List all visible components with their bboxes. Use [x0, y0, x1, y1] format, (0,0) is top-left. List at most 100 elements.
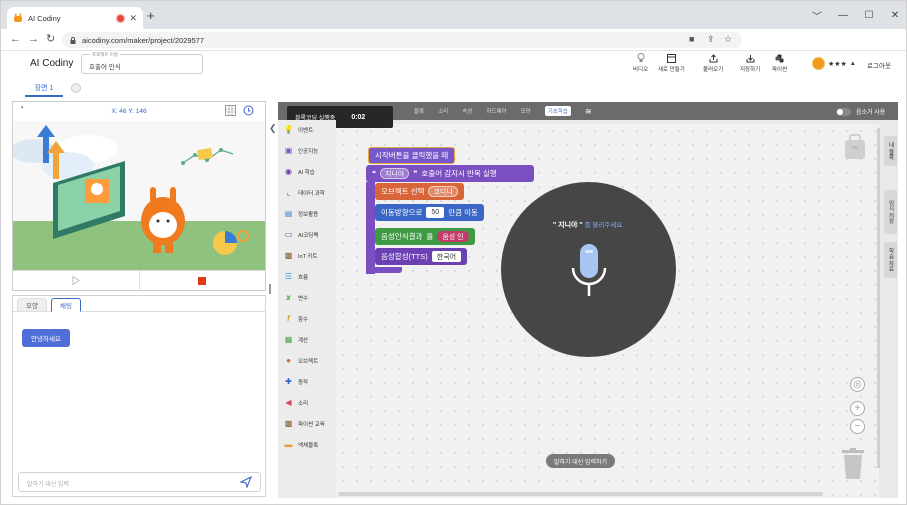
send-icon[interactable] [239, 475, 253, 490]
minimize-button[interactable]: — [830, 1, 856, 29]
forward-arrow-icon[interactable]: → [28, 33, 39, 45]
project-name-field[interactable]: 프로젝트 이름 호출어 인식 [81, 52, 203, 74]
url-field[interactable]: aicodiny.com/maker/project/2029577 [62, 32, 742, 48]
category-label: 소리 [298, 400, 309, 407]
close-tab-icon[interactable]: ✕ [129, 13, 137, 24]
browser-window: AI Codiny ✕ + ﹀ — ☐ ✕ ← → ↻ aicodiny.com… [0, 0, 907, 505]
tab-learning-materials[interactable]: 학습 자료 [884, 242, 897, 278]
play-button[interactable] [13, 271, 139, 290]
category-label: IoT 키트 [298, 253, 318, 260]
load-button[interactable]: 불러오기 [703, 53, 723, 73]
browser-tab[interactable]: AI Codiny ✕ [7, 7, 143, 29]
event-icon: 💡 [283, 125, 294, 134]
event-start-block[interactable]: 시작버튼을 클릭했을 때 [368, 147, 456, 164]
category-info[interactable]: ▤ 정보활용 [284, 209, 319, 218]
category-ai[interactable]: ▣ 인공지능 [284, 146, 319, 155]
tts-label: 음성합성(TTS) [381, 252, 428, 261]
tab-blocks[interactable]: 블록 [414, 107, 424, 115]
trash-icon[interactable] [842, 448, 864, 482]
category-iot[interactable]: ▩ IoT 키트 [284, 251, 318, 260]
video-button[interactable]: 비디오 [633, 53, 648, 73]
zoom-in-icon[interactable]: + [850, 401, 865, 416]
chart-icon: ⌞ [286, 188, 291, 197]
category-event[interactable]: 💡 이벤트 [283, 125, 314, 134]
collapse-panel-icon[interactable]: ❮ [269, 123, 277, 134]
mute-label: 음소거 사용 [856, 110, 886, 116]
new-tab-button[interactable]: + [147, 9, 155, 22]
start-block-label: 시작버튼을 클릭했을 때 [375, 151, 449, 160]
rotate-icon[interactable] [243, 105, 254, 118]
category-label: 액체블록 [298, 442, 319, 449]
bookmark-star-icon[interactable]: ☆ [724, 34, 732, 45]
category-flow[interactable]: ☰ 흐름 [284, 272, 308, 281]
horizontal-scrollbar[interactable] [338, 492, 823, 496]
wake-word-loop-block[interactable]: ❝ 지니야 ❞ 호출어 감지시 반복 실행 [366, 165, 534, 182]
backpack-icon[interactable] [844, 134, 866, 162]
ai-learn-icon: ◉ [285, 167, 292, 176]
category-object[interactable]: ● 오브젝트 [284, 356, 318, 365]
category-calc[interactable]: ▦ 계산 [284, 335, 308, 344]
category-variable[interactable]: x 변수 [284, 293, 308, 302]
download-icon [745, 53, 755, 63]
voice-result-block[interactable]: 음성인식결과 를 음성 인 [375, 228, 475, 245]
category-sound[interactable]: ◀ 소리 [284, 398, 308, 407]
category-liquid-block[interactable]: ▬ 액체블록 [284, 440, 319, 449]
type-instead-button[interactable]: 말하기 대신 입력하기 [546, 454, 616, 468]
category-function[interactable]: f 함수 [284, 314, 308, 323]
pack-icon: ▭ [284, 230, 293, 239]
tab-my-blocks[interactable]: 내 블록 [884, 136, 897, 166]
timer-value: 0:02 [351, 113, 366, 121]
stage-canvas[interactable] [13, 121, 265, 270]
tab-sound[interactable]: 소리 [438, 107, 448, 115]
close-window-button[interactable]: ✕ [882, 1, 906, 29]
python-icon [775, 53, 785, 63]
mute-switch[interactable] [836, 107, 851, 116]
chat-input-placeholder: 말하기 대신 입력 [27, 482, 69, 488]
scene-tab-1[interactable]: 장면 1 [25, 80, 63, 97]
save-button[interactable]: 저장하기 [740, 53, 760, 73]
voice-input[interactable]: 음성 인 [437, 231, 469, 242]
category-ai-learn[interactable]: ◉ AI 학습 [284, 167, 315, 176]
mute-toggle[interactable]: 음소거 사용 [836, 107, 885, 116]
stop-icon [198, 276, 207, 285]
category-python-edu[interactable]: ▩ 파이썬 교육 [284, 419, 325, 428]
category-data-science[interactable]: ⌞ 데이터 과학 [284, 188, 325, 197]
back-arrow-icon[interactable]: ← [10, 33, 21, 45]
chat-message-bubble: 안녕하세요 [22, 329, 70, 347]
camera-icon[interactable]: ■ [689, 34, 694, 44]
category-ai-pack[interactable]: ▭ AI코딩팩 [284, 230, 319, 239]
python-button[interactable]: 파이썬 [772, 53, 787, 73]
add-scene-button[interactable] [71, 83, 81, 93]
object-select-block[interactable]: 오브젝트 선택 코디니 [375, 183, 464, 200]
logout-button[interactable]: 로그아웃 [867, 60, 891, 70]
tab-shape[interactable]: 모양 [17, 298, 47, 312]
reload-icon[interactable]: ↻ [46, 33, 55, 45]
tab-basic-learning[interactable]: 기초학습 [544, 106, 571, 116]
panel-resize-handle[interactable] [269, 284, 271, 294]
lightbulb-icon [636, 53, 646, 63]
grid-icon[interactable] [225, 105, 236, 118]
share-icon[interactable]: ⇪ [707, 34, 715, 45]
vertical-scrollbar[interactable] [877, 128, 880, 468]
tab-hardware[interactable]: 하드웨어 [486, 107, 506, 115]
move-value-input[interactable]: 50 [426, 207, 445, 218]
tts-block[interactable]: 음성합성(TTS) 한국어 [375, 248, 468, 265]
tab-chat[interactable]: 채팅 [51, 298, 81, 312]
stop-button[interactable] [138, 271, 266, 290]
object-dropdown[interactable]: 코디니 [428, 186, 458, 197]
center-view-icon[interactable]: ◎ [850, 377, 865, 392]
new-project-button[interactable]: 새로 만들기 [658, 53, 685, 73]
category-label: 계산 [298, 337, 309, 344]
tab-properties[interactable]: 속성 [462, 107, 472, 115]
wake-word-input[interactable]: 지니야 [380, 168, 410, 179]
tab-temp-save[interactable]: 임시 저장 [884, 190, 897, 234]
move-block[interactable]: 이동방향으로 50 만큼 이동 [375, 204, 484, 221]
tab-search-button[interactable]: ﹀ [804, 1, 830, 29]
tts-language-dropdown[interactable]: 한국어 [431, 251, 462, 262]
chat-input[interactable]: 말하기 대신 입력 [18, 472, 261, 492]
category-move[interactable]: ✚ 동작 [284, 377, 308, 386]
user-profile[interactable]: ★★★ ▲ [812, 57, 856, 70]
zoom-out-icon[interactable]: − [850, 419, 865, 434]
maximize-button[interactable]: ☐ [856, 1, 882, 29]
tab-shape[interactable]: 모양 [521, 107, 531, 115]
